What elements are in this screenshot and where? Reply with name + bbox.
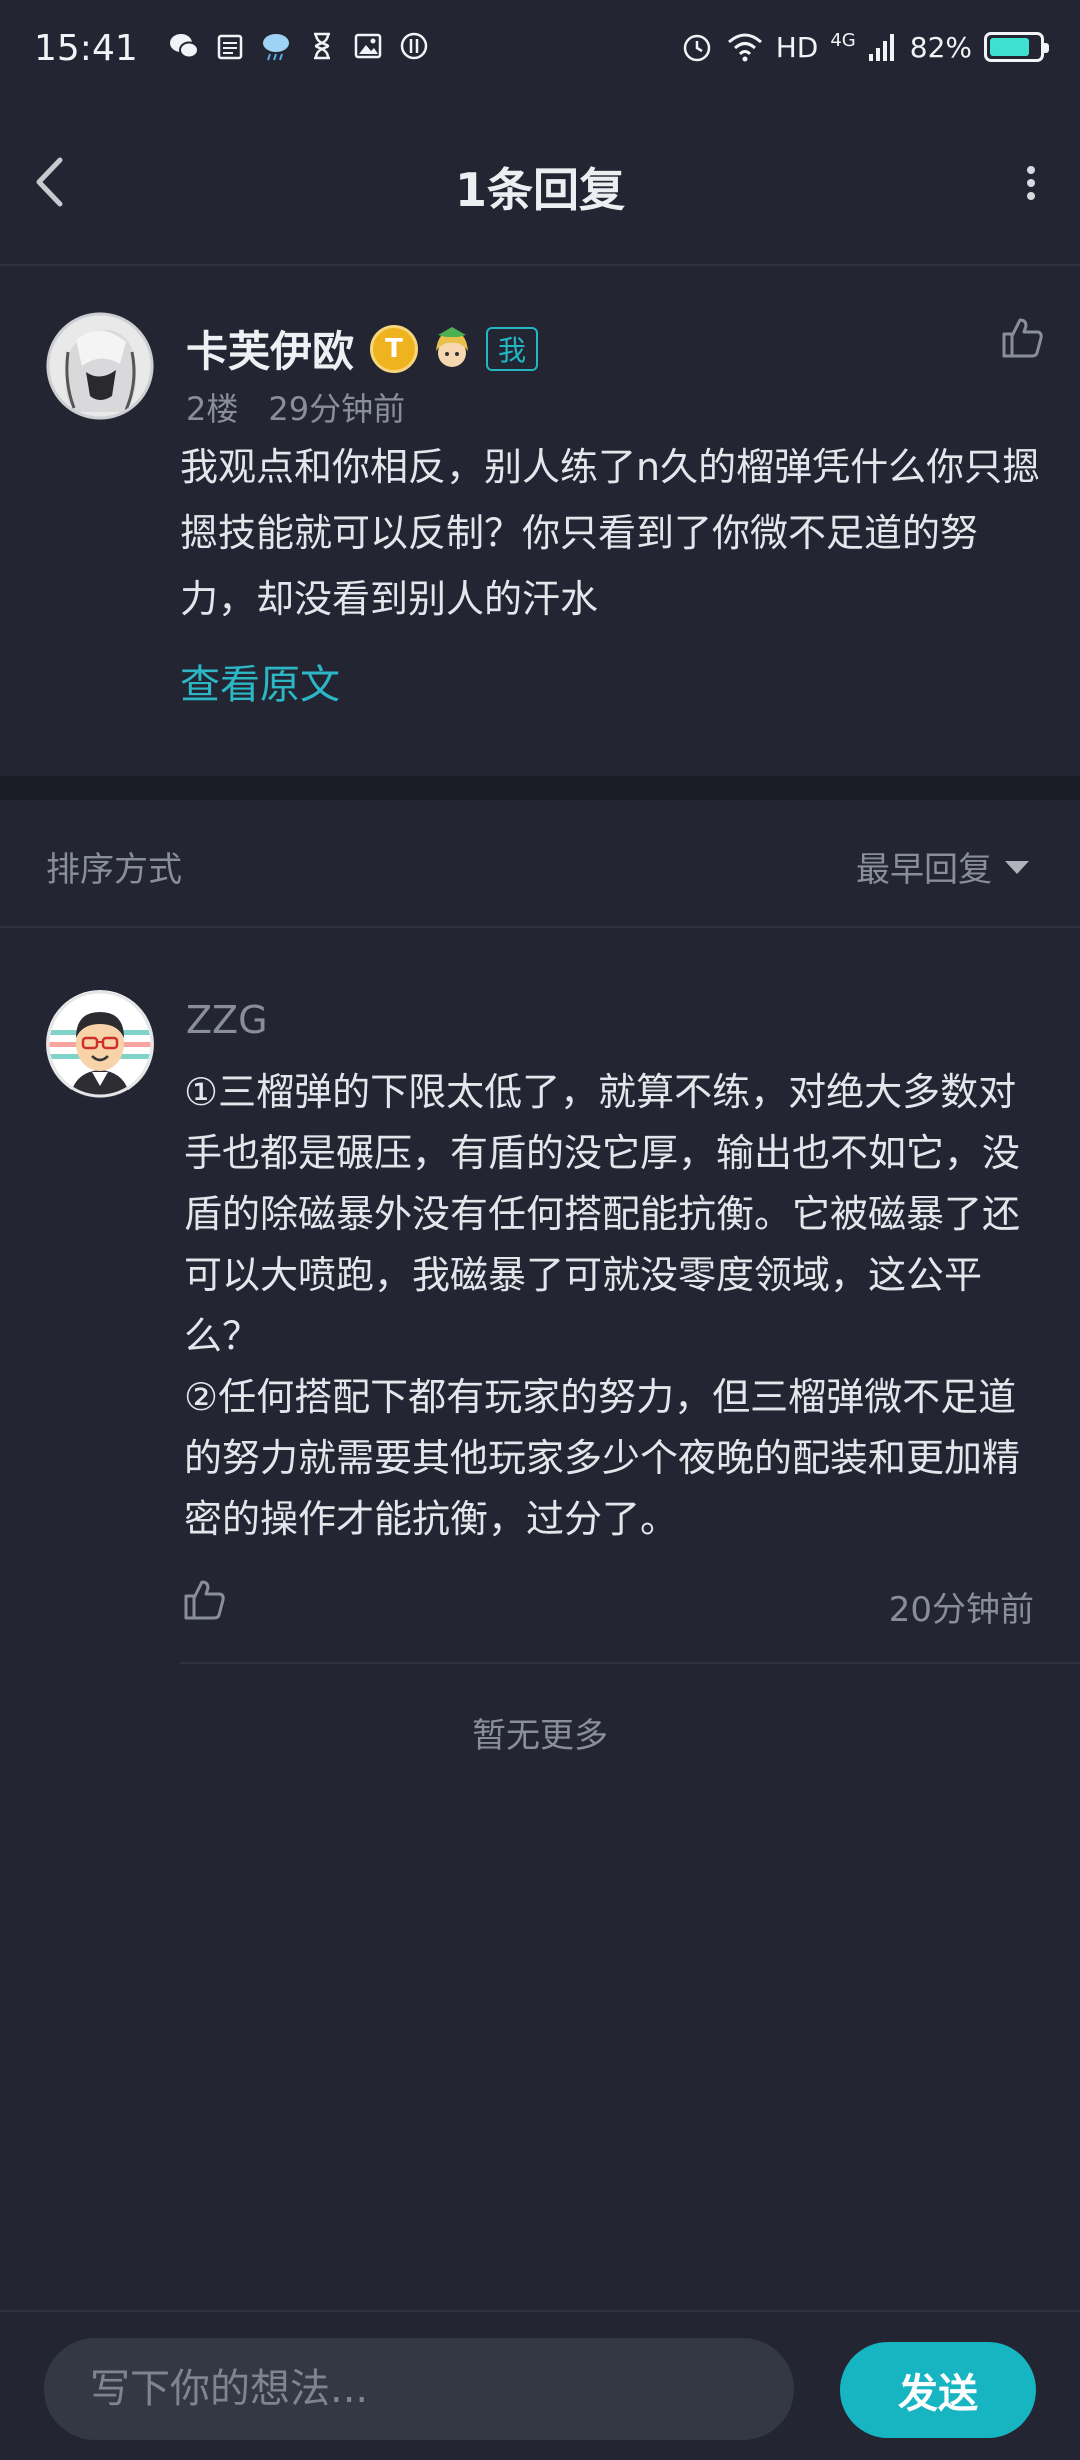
thumbs-up-icon [184,1580,225,1620]
wechat-icon [170,34,199,59]
nav-bar: 1条回复 [0,100,1080,266]
status-time: 15:41 [34,28,138,69]
comment-composer: 发送 [0,2310,1080,2460]
sort-row: 排序方式 最早回复 [0,800,1080,928]
page-title: 1条回复 [454,163,625,217]
gallery-icon [354,33,382,59]
alarm-icon [683,34,710,62]
caret-down-icon [1005,860,1029,874]
signal-icon [868,34,894,61]
like-button[interactable] [1000,316,1044,364]
reply-paragraph: ①三榴弹的下限太低了，就算不练，对绝大多数对手也都是碾压，有盾的没它厚，输出也不… [184,1070,1021,1358]
calendar-icon [217,34,243,60]
author-name[interactable]: 卡芙伊欧 [186,318,354,379]
me-tag: 我 [486,326,539,371]
comment-input[interactable] [44,2338,794,2440]
original-comment: 卡芙伊欧 T 我 2楼 29分钟前 我观点和你相反，别人练了n久的榴弹凭什么你只摁… [0,268,1080,776]
sort-selected: 最早回复 [856,850,992,890]
section-divider [0,776,1080,800]
no-more-text: 暂无更多 [472,1716,608,1756]
comment-time: 29分钟前 [268,390,406,428]
wifi-icon [727,33,762,62]
battery-icon [984,32,1049,62]
more-dot [1027,179,1035,187]
reply-divider [180,1662,1080,1664]
reply-avatar-image [46,990,154,1098]
battery-fill [990,38,1029,56]
status-indicators: HD 4G 82% [680,30,1049,64]
screen: 15:41 HD 4G 82% 1条回复 卡芙伊欧 T 我 2楼 29分钟前 我… [0,0,1080,2460]
more-options-button[interactable] [1018,158,1044,208]
more-dot [1027,192,1035,200]
signal-type: 4G [830,30,856,51]
network-type: HD [775,30,819,64]
comment-meta: 2楼 29分钟前 [186,384,405,430]
comment-body: 我观点和你相反，别人练了n久的榴弹凭什么你只摁摁技能就可以反制？你只看到了你微不… [180,445,1041,621]
author-row: 卡芙伊欧 T 我 [186,318,539,379]
character-badge-icon [436,326,469,367]
level-badge: T [370,324,419,373]
reply-paragraph: ②任何搭配下都有玩家的努力，但三榴弹微不足道的努力就需要其他玩家多少个夜晚的配装… [184,1375,1021,1541]
status-bar: 15:41 HD 4G 82% [0,0,1080,100]
reply-item: ZZG ①三榴弹的下限太低了，就算不练，对绝大多数对手也都是碾压，有盾的没它厚，… [0,930,1080,1666]
send-button[interactable]: 发送 [840,2342,1036,2438]
reply-author-name[interactable]: ZZG [186,998,268,1042]
author-avatar-image [46,312,154,420]
avatar[interactable] [46,990,154,1098]
reply-like-button[interactable] [182,1578,226,1626]
view-original-link[interactable]: 查看原文 [180,652,340,710]
reply-body: ①三榴弹的下限太低了，就算不练，对绝大多数对手也都是碾压，有盾的没它厚，输出也不… [184,1062,1050,1550]
notification-icons [168,30,430,62]
sort-label: 排序方式 [46,850,182,890]
sort-dropdown[interactable]: 最早回复 [856,842,1030,891]
more-dot [1027,166,1035,174]
avatar[interactable] [46,312,154,420]
app-icon [400,32,428,60]
weather-icon [263,34,289,61]
thumbs-up-icon [1002,318,1043,358]
hourglass-icon [314,32,330,60]
battery-percent: 82% [909,30,972,64]
reply-time: 20分钟前 [888,1590,1034,1630]
floor-number: 2楼 [186,390,239,428]
